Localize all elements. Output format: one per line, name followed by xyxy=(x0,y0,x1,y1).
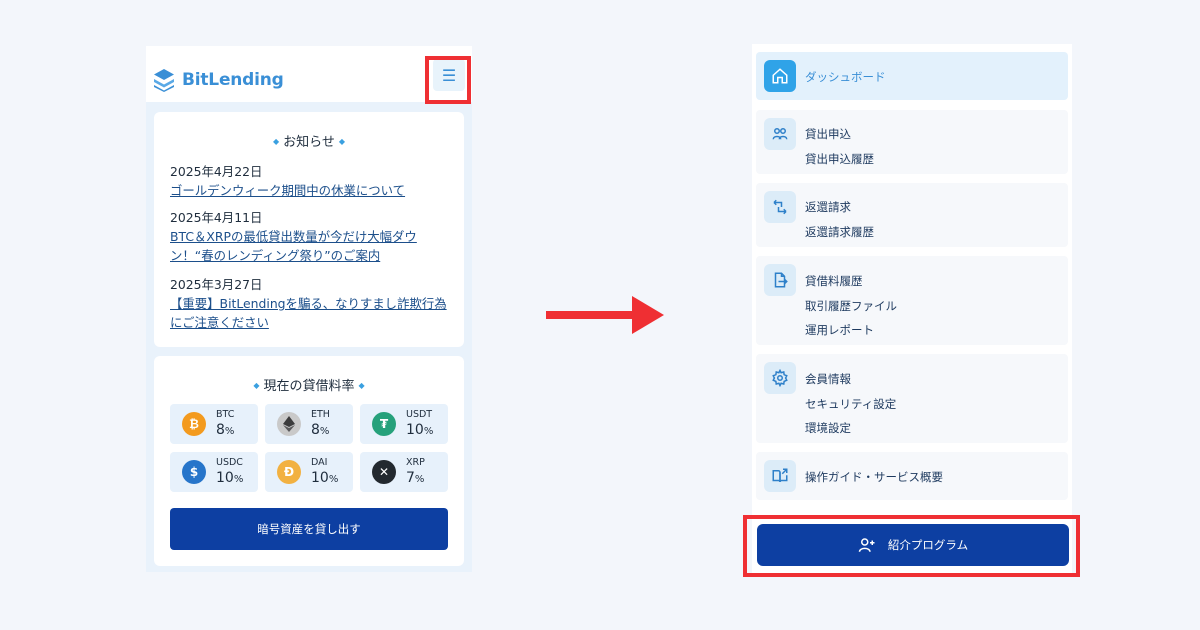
coin-name: USDT xyxy=(406,409,433,420)
dai-icon: Đ xyxy=(277,460,301,484)
xrp-icon: ✕ xyxy=(372,460,396,484)
rates-card: ◆ 現在の貸借料率 ◆ ₿ BTC 8% ETH 8% ₮ USDT 10% $ U… xyxy=(154,356,464,566)
file-export-icon xyxy=(764,264,796,296)
coin-rate-unit: % xyxy=(319,426,330,437)
coin-rate-value: 10 xyxy=(311,470,329,486)
news-title-text: お知らせ xyxy=(283,135,335,150)
rates-title-text: 現在の貸借料率 xyxy=(263,379,355,394)
menu-item-return-request[interactable]: 返還請求 xyxy=(805,199,851,215)
top-bar: BitLending ☰ xyxy=(146,46,472,102)
return-icon xyxy=(764,191,796,223)
coin-rate: 8% xyxy=(311,422,329,438)
usdc-icon: $ xyxy=(182,460,206,484)
home-icon xyxy=(764,60,796,92)
menu-group-dashboard[interactable]: ダッシュボード xyxy=(756,52,1068,100)
news-item: 2025年4月22日 ゴールデンウィーク期間中の休業について xyxy=(170,162,452,200)
coin-rate-usdt: ₮ USDT 10% xyxy=(360,404,448,444)
coin-rate-unit: % xyxy=(233,474,244,485)
menu-group-settings: 会員情報 セキュリティ設定 環境設定 xyxy=(756,354,1068,443)
coin-rate-unit: % xyxy=(224,426,235,437)
coin-name: DAI xyxy=(311,457,328,468)
menu-item-operation-report[interactable]: 運用レポート xyxy=(805,322,874,338)
mobile-home-screen: BitLending ☰ ◆ お知らせ ◆ 2025年4月22日 ゴールデンウィーク… xyxy=(146,46,472,572)
bitcoin-icon: ₿ xyxy=(182,412,206,436)
coin-rate-value: 8 xyxy=(311,422,320,438)
news-item: 2025年4月11日 BTC＆XRPの最低貸出数量が今だけ大幅ダウン！“春のレン… xyxy=(170,208,452,265)
menu-group-return: 返還請求 返還請求履歴 xyxy=(756,183,1068,247)
coin-rate-value: 10 xyxy=(406,422,424,438)
gear-icon xyxy=(764,362,796,394)
coin-rate-eth: ETH 8% xyxy=(265,404,353,444)
news-card: ◆ お知らせ ◆ 2025年4月22日 ゴールデンウィーク期間中の休業について 20… xyxy=(154,112,464,347)
coin-name: ETH xyxy=(311,409,330,420)
logo[interactable]: BitLending xyxy=(152,68,284,92)
news-date: 2025年4月22日 xyxy=(170,164,263,179)
coin-rate: 10% xyxy=(406,422,433,438)
side-menu-screen: ダッシュボード 貸出申込 貸出申込履歴 返還請求 返還請求履歴 貸借料履歴 取引… xyxy=(752,44,1072,574)
coin-name: USDC xyxy=(216,457,243,468)
news-link[interactable]: 【重要】BitLendingを騙る、なりすまし詐欺行為にご注意ください xyxy=(170,294,452,332)
coin-rate-btc: ₿ BTC 8% xyxy=(170,404,258,444)
coin-rate: 10% xyxy=(311,470,338,486)
menu-item-loan-application[interactable]: 貸出申込 xyxy=(805,126,851,142)
coin-rate-value: 10 xyxy=(216,470,234,486)
coin-name: BTC xyxy=(216,409,235,420)
logo-text: BitLending xyxy=(182,70,284,90)
coin-rate-usdc: $ USDC 10% xyxy=(170,452,258,492)
menu-group-lending: 貸出申込 貸出申込履歴 xyxy=(756,110,1068,174)
coin-rate-value: 7 xyxy=(406,470,415,486)
right-arrow-icon xyxy=(546,296,664,334)
menu-group-reports: 貸借料履歴 取引履歴ファイル 運用レポート xyxy=(756,256,1068,345)
coin-rate: 8% xyxy=(216,422,234,438)
news-link[interactable]: ゴールデンウィーク期間中の休業について xyxy=(170,181,452,200)
rates-title: ◆ 現在の貸借料率 ◆ xyxy=(253,379,365,394)
coin-rate-value: 8 xyxy=(216,422,225,438)
coin-rate-dai: Đ DAI 10% xyxy=(265,452,353,492)
coin-rate-unit: % xyxy=(328,474,339,485)
menu-item-return-history[interactable]: 返還請求履歴 xyxy=(805,224,874,240)
coin-name: XRP xyxy=(406,457,425,468)
menu-button-highlight xyxy=(425,56,471,104)
menu-item-security-settings[interactable]: セキュリティ設定 xyxy=(805,396,896,412)
news-date: 2025年3月27日 xyxy=(170,277,263,292)
coin-rate: 10% xyxy=(216,470,243,486)
coin-rate-unit: % xyxy=(423,426,434,437)
news-item: 2025年3月27日 【重要】BitLendingを騙る、なりすまし詐欺行為にご… xyxy=(170,275,452,332)
news-date: 2025年4月11日 xyxy=(170,210,263,225)
menu-item-environment-settings[interactable]: 環境設定 xyxy=(805,420,851,436)
menu-item-member-info[interactable]: 会員情報 xyxy=(805,371,851,387)
news-title: ◆ お知らせ ◆ xyxy=(272,135,346,150)
ethereum-icon xyxy=(277,412,301,436)
tether-icon: ₮ xyxy=(372,412,396,436)
menu-item-guide[interactable]: 操作ガイド・サービス概要 xyxy=(805,469,943,485)
menu-item-fee-history[interactable]: 貸借料履歴 xyxy=(805,273,863,289)
book-icon xyxy=(764,460,796,492)
menu-item-dashboard[interactable]: ダッシュボード xyxy=(805,69,886,85)
menu-item-loan-history[interactable]: 貸出申込履歴 xyxy=(805,151,874,167)
menu-item-transaction-file[interactable]: 取引履歴ファイル xyxy=(805,298,897,314)
menu-group-guide[interactable]: 操作ガイド・サービス概要 xyxy=(756,452,1068,500)
news-link[interactable]: BTC＆XRPの最低貸出数量が今だけ大幅ダウン！“春のレンディング祭り”のご案内 xyxy=(170,227,452,265)
coin-rate-xrp: ✕ XRP 7% xyxy=(360,452,448,492)
coin-rate-unit: % xyxy=(414,474,425,485)
coin-rate: 7% xyxy=(406,470,424,486)
referral-button-highlight xyxy=(743,515,1080,577)
logo-mark-icon xyxy=(154,69,174,92)
lend-crypto-button[interactable]: 暗号資産を貸し出す xyxy=(170,508,448,550)
users-icon xyxy=(764,118,796,150)
